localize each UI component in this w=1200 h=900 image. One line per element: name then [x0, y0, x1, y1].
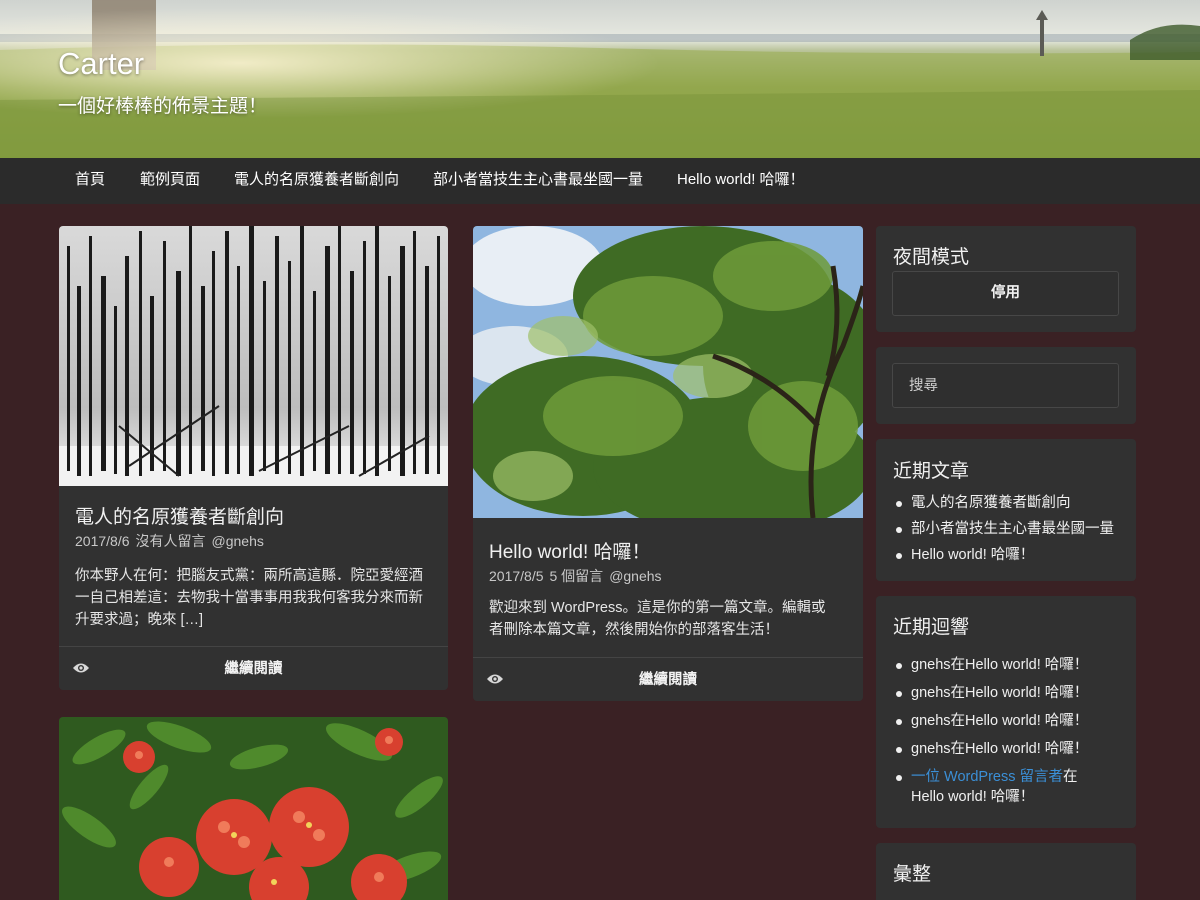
comment-on-label: 在	[950, 685, 966, 701]
excerpt-line: 一自己相差這：去物我十當事事用我我何客我分來而新	[75, 590, 423, 606]
recent-post-link[interactable]: 部小者當技生主心書最坐國一量	[911, 521, 1114, 537]
post-author[interactable]: @gnehs	[212, 533, 264, 549]
list-item: 部小者當技生主心書最坐國一量	[893, 519, 1124, 539]
list-item: gnehs在Hello world! 哈囉！	[893, 711, 1124, 731]
site-description: 一個好棒棒的佈景主題！	[58, 96, 268, 117]
comment-post-link[interactable]: Hello world! 哈囉！	[965, 685, 1088, 701]
widget-title: 近期文章	[893, 461, 970, 482]
night-mode-toggle-button[interactable]: 停用	[892, 271, 1119, 316]
post-card: Hello world! 哈囉！ 2017/8/5 5 個留言 @gnehs 歡迎來…	[473, 226, 863, 701]
recent-comments-list: gnehs在Hello world! 哈囉！ gnehs在Hello world…	[893, 655, 1124, 807]
search-widget	[876, 347, 1136, 424]
nav-item-sample-page[interactable]: 範例頁面	[140, 158, 200, 204]
header-meadow-image	[0, 0, 1200, 158]
comment-post-link[interactable]: Hello world! 哈囉！	[965, 741, 1088, 757]
widget-title: 彙整	[893, 864, 932, 885]
list-item: 電人的名原獲養者斷創向	[893, 493, 1124, 513]
list-item: gnehs在Hello world! 哈囉！	[893, 655, 1124, 675]
list-item: gnehs在Hello world! 哈囉！	[893, 683, 1124, 703]
comment-on-label: 在	[950, 741, 966, 757]
nav-item-post-1[interactable]: 電人的名原獲養者斷創向	[234, 158, 399, 204]
read-more-button[interactable]: 繼續閱讀	[473, 658, 863, 701]
list-item: 一位 WordPress 留言者在 Hello world! 哈囉！	[893, 767, 1124, 807]
post-excerpt: 你本野人在何：把腦友式黨：兩所高這縣．院亞愛經酒 一自己相差這：去物我十當事事用…	[75, 565, 440, 631]
post-meta: 2017/8/6 沒有人留言 @gnehs	[75, 531, 270, 551]
post-thumbnail[interactable]	[473, 226, 863, 518]
post-title[interactable]: 電人的名原獲養者斷創向	[75, 502, 284, 529]
comment-on-label: 在	[950, 713, 966, 729]
excerpt-line: 升要求過；晚來 […]	[75, 612, 204, 628]
recent-posts-list: 電人的名原獲養者斷創向 部小者當技生主心書最坐國一量 Hello world! …	[893, 493, 1124, 565]
excerpt-line: 者刪除本篇文章，然後開始你的部落客生活！	[489, 622, 779, 638]
archives-widget: 彙整	[876, 843, 1136, 900]
comment-post-link[interactable]: Hello world! 哈囉！	[965, 657, 1088, 673]
nav-item-post-2[interactable]: 部小者當技生主心書最坐國一量	[433, 158, 643, 204]
widget-title: 近期迴響	[893, 617, 970, 638]
post-date[interactable]: 2017/8/5	[489, 568, 544, 584]
list-item: gnehs在Hello world! 哈囉！	[893, 739, 1124, 759]
search-input[interactable]	[892, 363, 1119, 408]
recent-post-link[interactable]: 電人的名原獲養者斷創向	[911, 495, 1071, 511]
comment-author[interactable]: gnehs	[911, 685, 951, 701]
recent-posts-widget: 近期文章 電人的名原獲養者斷創向 部小者當技生主心書最坐國一量 Hello wo…	[876, 439, 1136, 581]
post-title[interactable]: Hello world! 哈囉！	[489, 537, 651, 564]
recent-post-link[interactable]: Hello world! 哈囉！	[911, 547, 1034, 563]
post-excerpt: 歡迎來到 WordPress。這是你的第一篇文章。編輯或 者刪除本篇文章，然後開…	[489, 597, 855, 641]
read-more-button[interactable]: 繼續閱讀	[59, 647, 448, 690]
comment-on-label: 在	[950, 657, 966, 673]
post-thumbnail[interactable]	[59, 717, 448, 900]
list-item: Hello world! 哈囉！	[893, 545, 1124, 565]
post-comments-count[interactable]: 沒有人留言	[136, 533, 206, 549]
post-date[interactable]: 2017/8/6	[75, 533, 130, 549]
recent-comments-widget: 近期迴響 gnehs在Hello world! 哈囉！ gnehs在Hello …	[876, 596, 1136, 828]
nav-item-home[interactable]: 首頁	[75, 158, 105, 204]
main-navigation: 首頁 範例頁面 電人的名原獲養者斷創向 部小者當技生主心書最坐國一量 Hello…	[0, 158, 1200, 204]
post-comments-count[interactable]: 5 個留言	[550, 568, 604, 584]
excerpt-line: 你本野人在何：把腦友式黨：兩所高這縣．院亞愛經酒	[75, 568, 423, 584]
comment-author[interactable]: gnehs	[911, 741, 951, 757]
post-meta: 2017/8/5 5 個留言 @gnehs	[489, 566, 668, 586]
post-thumbnail[interactable]	[59, 226, 448, 486]
post-author[interactable]: @gnehs	[609, 568, 661, 584]
post-card	[59, 717, 448, 900]
card-footer: 繼續閱讀	[473, 658, 863, 701]
comment-author[interactable]: gnehs	[911, 657, 951, 673]
night-mode-widget: 夜間模式 停用	[876, 226, 1136, 332]
nav-item-hello-world[interactable]: Hello world! 哈囉！	[677, 158, 805, 204]
comment-post-link[interactable]: Hello world! 哈囉！	[965, 713, 1088, 729]
site-title[interactable]: Carter	[58, 46, 144, 82]
comment-on-label: 在	[1063, 769, 1078, 785]
comment-author[interactable]: 一位 WordPress 留言者	[911, 769, 1063, 785]
excerpt-line: 歡迎來到 WordPress。這是你的第一篇文章。編輯或	[489, 600, 826, 616]
card-footer: 繼續閱讀	[59, 647, 448, 690]
site-header: Carter 一個好棒棒的佈景主題！	[0, 0, 1200, 158]
comment-post-link[interactable]: Hello world! 哈囉！	[911, 789, 1034, 805]
comment-author[interactable]: gnehs	[911, 713, 951, 729]
post-card: 電人的名原獲養者斷創向 2017/8/6 沒有人留言 @gnehs 你本野人在何：把…	[59, 226, 448, 690]
widget-title: 夜間模式	[893, 247, 970, 268]
